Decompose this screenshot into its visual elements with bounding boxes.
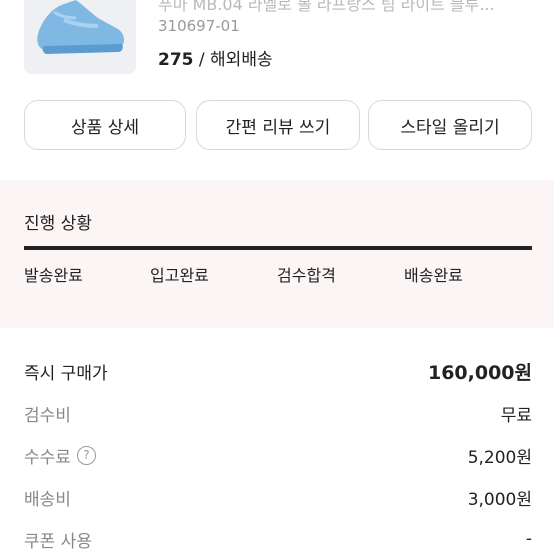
commission-row: 수수료 ? 5,200원: [24, 434, 532, 476]
product-size-shipping: 275 / 해외배송: [158, 49, 273, 71]
inspection-fee-row: 검수비 무료: [24, 392, 532, 434]
quick-review-button[interactable]: 간편 리뷰 쓰기: [196, 100, 360, 150]
commission-label-wrap: 수수료 ?: [24, 443, 96, 468]
progress-title: 진행 상황: [24, 214, 92, 234]
step-received: 입고완료: [150, 266, 209, 285]
instant-buy-row: 즉시 구매가 160,000원: [24, 350, 532, 392]
price-breakdown: 즉시 구매가 160,000원 검수비 무료 수수료 ? 5,200원 배송비 …: [24, 350, 532, 554]
shipping-fee-row: 배송비 3,000원: [24, 476, 532, 518]
commission-value: 5,200원: [467, 447, 532, 468]
step-delivered: 배송완료: [404, 266, 463, 285]
progress-section: 진행 상황 발송완료 입고완료 검수합격 배송완료: [0, 180, 554, 328]
coupon-label: 쿠폰 사용: [24, 531, 92, 552]
instant-buy-label: 즉시 구매가: [24, 363, 108, 384]
shipping-fee-value: 3,000원: [467, 489, 532, 510]
shipping-fee-label: 배송비: [24, 489, 71, 510]
coupon-value: -: [525, 529, 532, 549]
product-name[interactable]: 푸마 MB.04 라멜로 볼 라프랑스 팀 라이트 블루...: [158, 0, 538, 14]
shipping-type: 해외배송: [210, 50, 273, 70]
help-icon[interactable]: ?: [76, 445, 96, 465]
instant-buy-value: 160,000원: [427, 361, 532, 384]
action-buttons: 상품 상세 간편 리뷰 쓰기 스타일 올리기: [24, 100, 532, 150]
commission-label: 수수료: [24, 447, 71, 468]
coupon-row[interactable]: 쿠폰 사용 -: [24, 518, 532, 554]
progress-bar-fill: [24, 246, 532, 250]
product-summary[interactable]: 푸마 MB.04 라멜로 볼 라프랑스 팀 라이트 블루... 310697-0…: [0, 0, 554, 90]
step-shipped: 발송완료: [24, 266, 83, 285]
order-detail-page: 푸마 MB.04 라멜로 볼 라프랑스 팀 라이트 블루... 310697-0…: [0, 0, 554, 554]
inspection-fee-value: 무료: [500, 405, 532, 426]
step-inspection-passed: 검수합격: [277, 266, 336, 285]
post-style-button[interactable]: 스타일 올리기: [368, 100, 532, 150]
progress-bar: [24, 246, 532, 250]
sneaker-icon: [37, 0, 124, 54]
product-code: 310697-01: [158, 17, 240, 35]
product-image[interactable]: [24, 0, 136, 74]
product-detail-button[interactable]: 상품 상세: [24, 100, 186, 150]
inspection-fee-label: 검수비: [24, 405, 71, 426]
size-separator: /: [198, 50, 205, 70]
product-size: 275: [158, 50, 194, 70]
